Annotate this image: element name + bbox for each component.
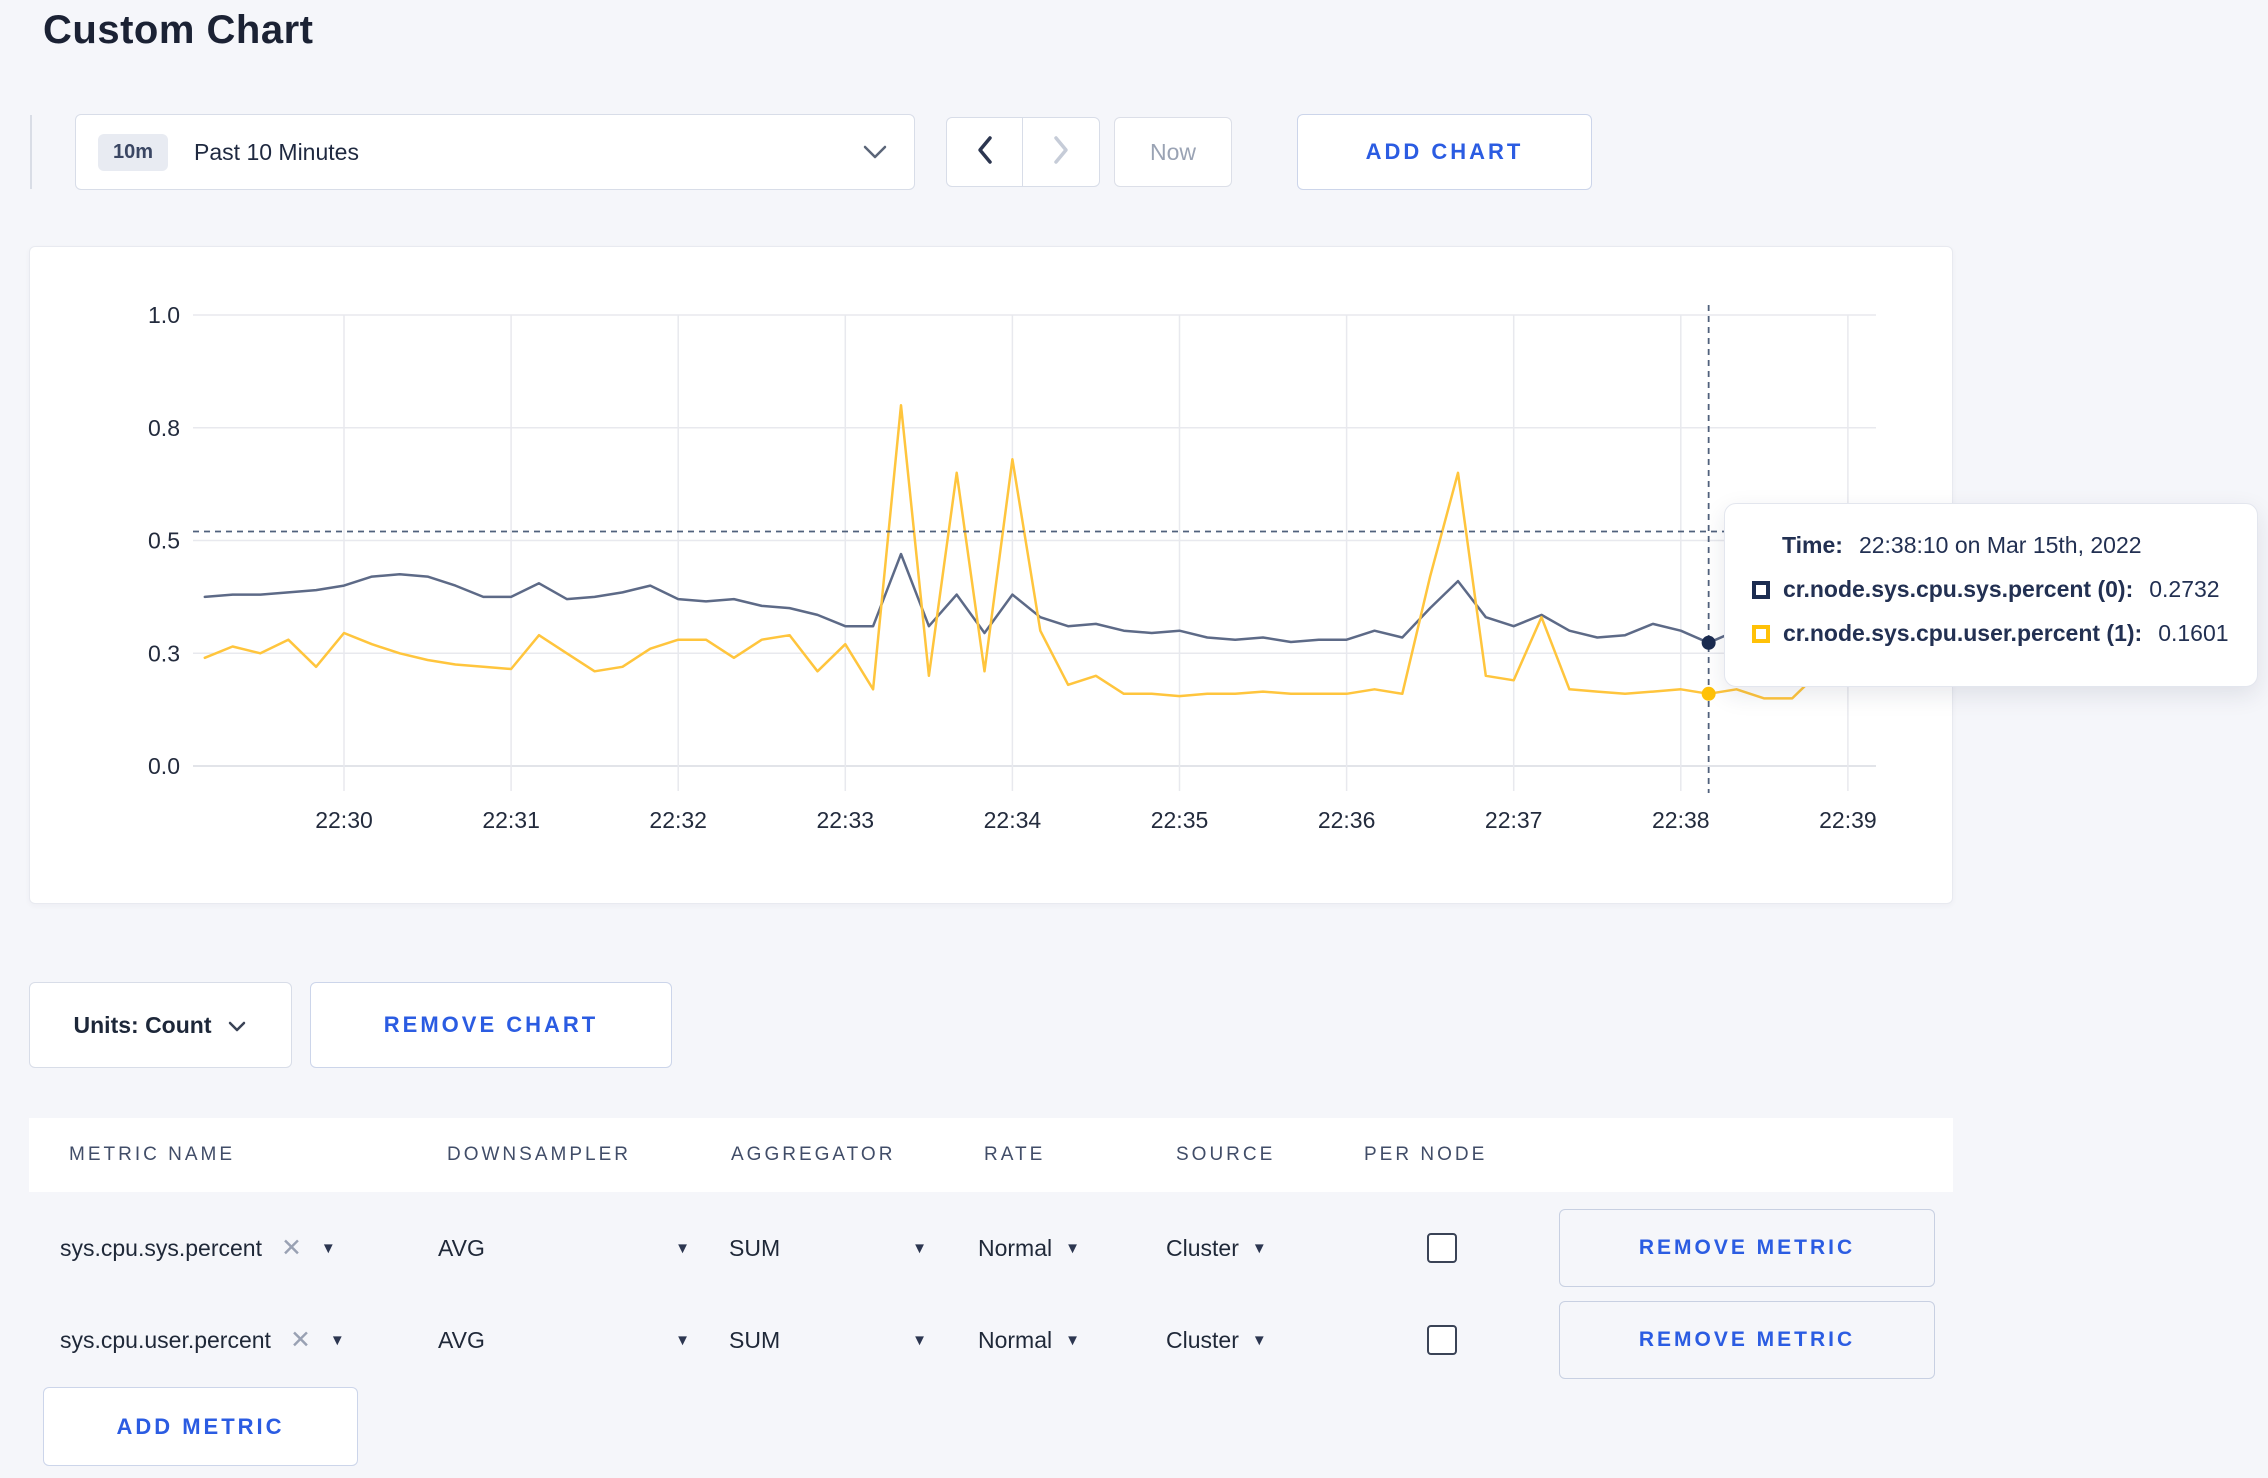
source-dropdown[interactable]: Cluster ▼ bbox=[1166, 1209, 1267, 1287]
metric-name-value: sys.cpu.sys.percent bbox=[60, 1234, 262, 1261]
svg-text:0.8: 0.8 bbox=[148, 415, 180, 441]
add-chart-button[interactable]: ADD CHART bbox=[1297, 114, 1592, 190]
downsampler-dropdown[interactable]: AVG ▼ bbox=[438, 1209, 690, 1287]
svg-text:22:33: 22:33 bbox=[817, 807, 875, 833]
remove-chart-button[interactable]: REMOVE CHART bbox=[310, 982, 672, 1068]
column-header-per-node: PER NODE bbox=[1364, 1144, 1488, 1165]
caret-down-icon: ▼ bbox=[912, 1239, 927, 1257]
caret-down-icon: ▼ bbox=[1065, 1239, 1080, 1257]
downsampler-value: AVG bbox=[438, 1234, 485, 1261]
units-dropdown[interactable]: Units: Count bbox=[29, 982, 292, 1068]
chart-card: 0.0 0.3 0.5 0.8 1.0 22:30 22:31 22:32 22:33 22:34… bbox=[29, 246, 1953, 904]
tooltip-series-row: cr.node.sys.cpu.user.percent (1): 0.1601 bbox=[1752, 620, 2233, 647]
now-button[interactable]: Now bbox=[1114, 117, 1232, 187]
svg-text:0.0: 0.0 bbox=[148, 753, 180, 779]
metric-name-value: sys.cpu.user.percent bbox=[60, 1326, 271, 1353]
series-swatch-icon bbox=[1752, 624, 1770, 643]
remove-metric-button[interactable]: REMOVE METRIC bbox=[1559, 1301, 1935, 1379]
metric-name-dropdown[interactable]: sys.cpu.sys.percent ✕ ▼ bbox=[60, 1209, 336, 1287]
tooltip-time-label: Time: bbox=[1782, 532, 1843, 558]
metric-row: sys.cpu.user.percent ✕ ▼ AVG ▼ SUM ▼ Nor… bbox=[29, 1301, 1953, 1379]
svg-text:22:34: 22:34 bbox=[984, 807, 1042, 833]
metric-row: sys.cpu.sys.percent ✕ ▼ AVG ▼ SUM ▼ Norm… bbox=[29, 1209, 1953, 1287]
toolbar-divider bbox=[30, 115, 32, 189]
tooltip-time-row: Time: 22:38:10 on Mar 15th, 2022 bbox=[1752, 532, 2233, 559]
time-range-badge: 10m bbox=[98, 133, 169, 171]
column-header-downsampler: DOWNSAMPLER bbox=[447, 1144, 631, 1165]
column-header-source: SOURCE bbox=[1176, 1144, 1276, 1165]
column-header-aggregator: AGGREGATOR bbox=[731, 1144, 896, 1165]
column-header-rate: RATE bbox=[984, 1144, 1046, 1165]
remove-tag-icon[interactable]: ✕ bbox=[290, 1327, 311, 1353]
chevron-left-icon bbox=[975, 135, 995, 170]
caret-down-icon: ▼ bbox=[1251, 1331, 1267, 1349]
svg-text:0.5: 0.5 bbox=[148, 528, 180, 554]
chevron-down-icon bbox=[227, 1012, 247, 1039]
time-range-dropdown[interactable]: 10m Past 10 Minutes bbox=[75, 114, 915, 190]
prev-time-button[interactable] bbox=[947, 118, 1023, 186]
time-range-label: Past 10 Minutes bbox=[194, 138, 359, 165]
rate-dropdown[interactable]: Normal ▼ bbox=[978, 1301, 1080, 1379]
source-value: Cluster bbox=[1166, 1326, 1239, 1353]
add-chart-label: ADD CHART bbox=[1365, 139, 1524, 164]
tooltip-series-value: 0.2732 bbox=[2149, 576, 2220, 602]
svg-text:22:35: 22:35 bbox=[1151, 807, 1209, 833]
chart-svg[interactable]: 0.0 0.3 0.5 0.8 1.0 22:30 22:31 22:32 22:33 22:34… bbox=[30, 247, 1954, 905]
remove-metric-button[interactable]: REMOVE METRIC bbox=[1559, 1209, 1935, 1287]
page-title: Custom Chart bbox=[43, 8, 314, 52]
next-time-button[interactable] bbox=[1023, 118, 1099, 186]
aggregator-value: SUM bbox=[729, 1326, 781, 1353]
caret-down-icon[interactable]: ▼ bbox=[330, 1333, 345, 1348]
svg-text:22:30: 22:30 bbox=[315, 807, 373, 833]
aggregator-dropdown[interactable]: SUM ▼ bbox=[729, 1209, 927, 1287]
time-pager bbox=[946, 117, 1100, 187]
chevron-right-icon bbox=[1051, 135, 1071, 170]
tooltip-series-label: cr.node.sys.cpu.sys.percent (0): bbox=[1783, 576, 2134, 602]
svg-text:22:36: 22:36 bbox=[1318, 807, 1376, 833]
chart-tooltip: Time: 22:38:10 on Mar 15th, 2022 cr.node… bbox=[1724, 503, 2258, 687]
tooltip-series-value: 0.1601 bbox=[2158, 620, 2229, 646]
tooltip-series-row: cr.node.sys.cpu.sys.percent (0): 0.2732 bbox=[1752, 576, 2233, 603]
chevron-down-icon bbox=[862, 144, 888, 160]
caret-down-icon: ▼ bbox=[675, 1331, 690, 1349]
rate-dropdown[interactable]: Normal ▼ bbox=[978, 1209, 1080, 1287]
caret-down-icon[interactable]: ▼ bbox=[321, 1241, 336, 1256]
now-button-label: Now bbox=[1149, 138, 1196, 165]
remove-metric-label: REMOVE METRIC bbox=[1638, 1328, 1856, 1351]
column-header-metric-name: METRIC NAME bbox=[69, 1144, 235, 1165]
caret-down-icon: ▼ bbox=[675, 1239, 690, 1257]
add-metric-button[interactable]: ADD METRIC bbox=[43, 1387, 358, 1466]
add-metric-label: ADD METRIC bbox=[116, 1413, 285, 1439]
caret-down-icon: ▼ bbox=[1251, 1239, 1267, 1257]
units-label: Units: Count bbox=[73, 1011, 212, 1038]
per-node-checkbox[interactable] bbox=[1427, 1233, 1457, 1263]
remove-tag-icon[interactable]: ✕ bbox=[281, 1235, 302, 1261]
svg-text:1.0: 1.0 bbox=[148, 302, 180, 328]
svg-text:22:32: 22:32 bbox=[649, 807, 707, 833]
rate-value: Normal bbox=[978, 1326, 1053, 1353]
remove-metric-label: REMOVE METRIC bbox=[1638, 1236, 1856, 1259]
metric-name-dropdown[interactable]: sys.cpu.user.percent ✕ ▼ bbox=[60, 1301, 345, 1379]
aggregator-dropdown[interactable]: SUM ▼ bbox=[729, 1301, 927, 1379]
metrics-table-header: METRIC NAME DOWNSAMPLER AGGREGATOR RATE … bbox=[29, 1118, 1953, 1192]
tooltip-time-value: 22:38:10 on Mar 15th, 2022 bbox=[1858, 532, 2142, 558]
per-node-checkbox[interactable] bbox=[1427, 1325, 1457, 1355]
aggregator-value: SUM bbox=[729, 1234, 781, 1261]
svg-text:22:31: 22:31 bbox=[482, 807, 540, 833]
svg-text:0.3: 0.3 bbox=[148, 640, 180, 666]
rate-value: Normal bbox=[978, 1234, 1053, 1261]
svg-text:22:38: 22:38 bbox=[1652, 807, 1710, 833]
source-value: Cluster bbox=[1166, 1234, 1239, 1261]
remove-chart-label: REMOVE CHART bbox=[383, 1012, 599, 1037]
svg-text:22:37: 22:37 bbox=[1485, 807, 1543, 833]
series-swatch-icon bbox=[1752, 580, 1770, 599]
source-dropdown[interactable]: Cluster ▼ bbox=[1166, 1301, 1267, 1379]
downsampler-value: AVG bbox=[438, 1326, 485, 1353]
caret-down-icon: ▼ bbox=[912, 1331, 927, 1349]
svg-text:22:39: 22:39 bbox=[1819, 807, 1877, 833]
downsampler-dropdown[interactable]: AVG ▼ bbox=[438, 1301, 690, 1379]
tooltip-series-label: cr.node.sys.cpu.user.percent (1): bbox=[1783, 620, 2143, 646]
caret-down-icon: ▼ bbox=[1065, 1331, 1080, 1349]
